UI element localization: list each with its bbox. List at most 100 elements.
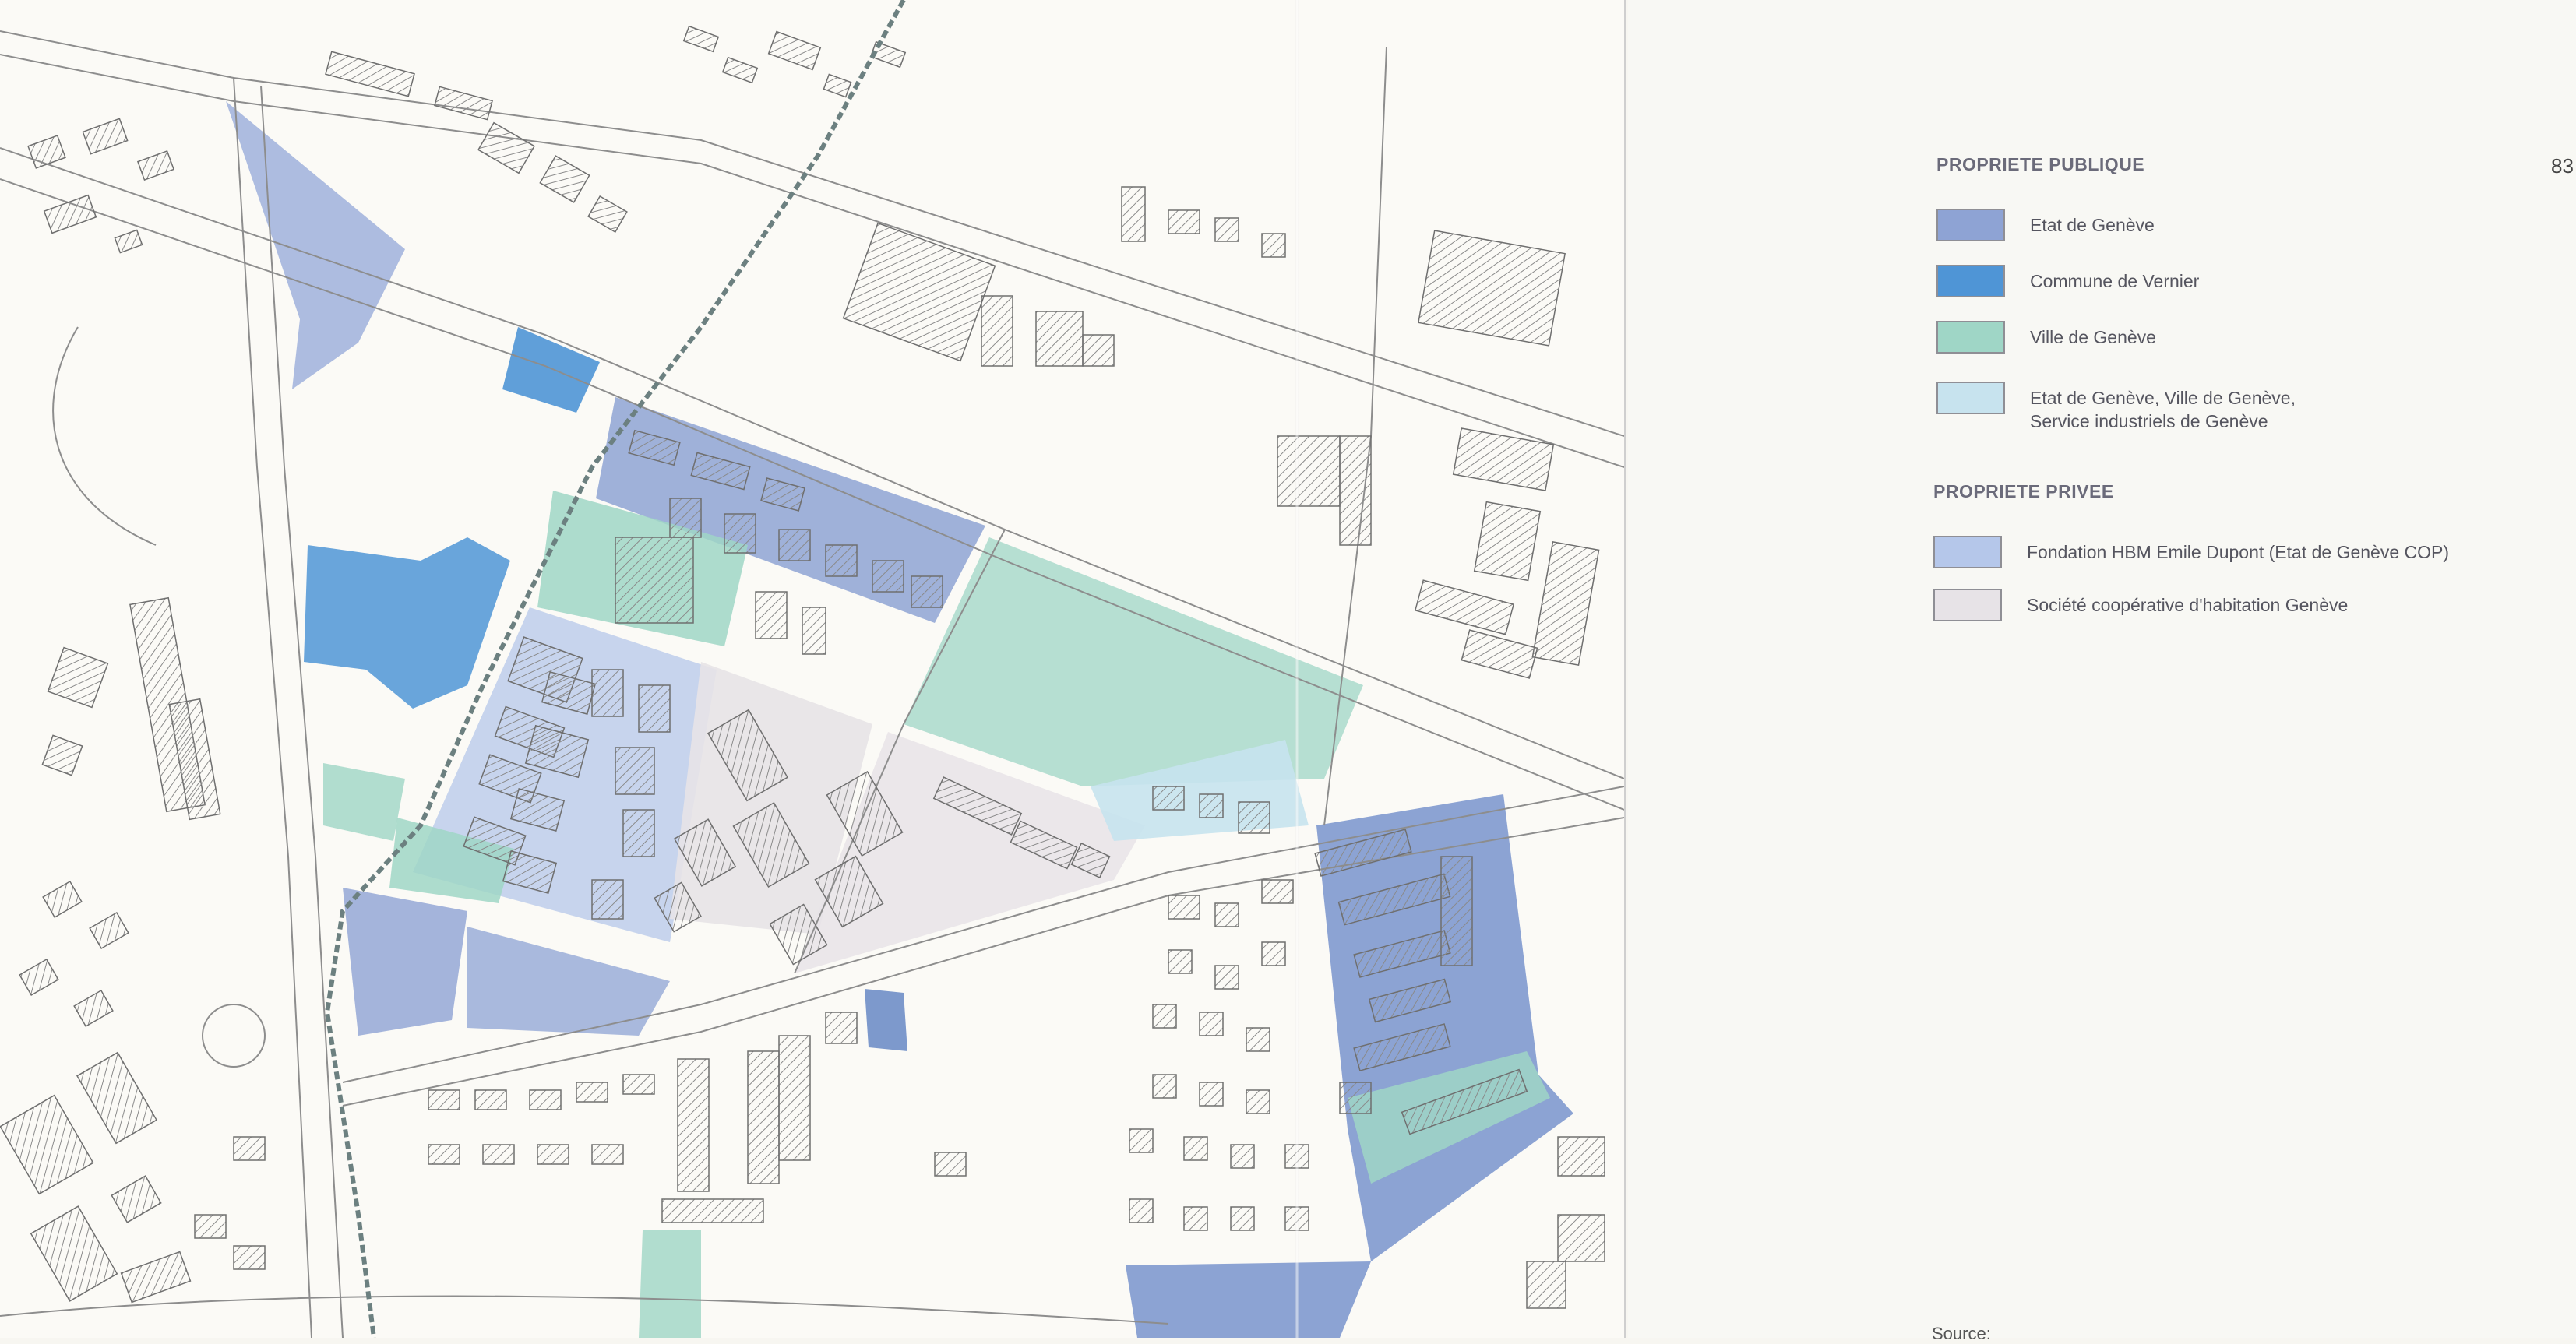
building-footprint: [89, 911, 129, 950]
swatch-ville-de-geneve: [1936, 321, 2005, 354]
page-number: 83: [2551, 154, 2574, 178]
building-footprint: [76, 1051, 158, 1145]
building-footprint: [73, 989, 114, 1028]
building-footprint: [622, 1074, 655, 1095]
building-footprint: [1129, 1128, 1154, 1153]
zone-etat-south-west-2: [467, 927, 670, 1036]
legend-item-ville-de-geneve: Ville de Genève: [1936, 321, 2576, 383]
legend-label-commune-de-vernier: Commune de Vernier: [2030, 271, 2200, 291]
building-footprint: [1531, 541, 1600, 666]
legend-item-commune-de-vernier: Commune de Vernier: [1936, 265, 2576, 327]
building-footprint: [842, 222, 996, 362]
legend-label-etat-de-geneve: Etat de Genève: [2030, 215, 2155, 235]
legend-item-societe-cooperative: Société coopérative d'habitation Genève: [1933, 589, 2576, 651]
building-footprint: [19, 958, 59, 997]
map-canvas: [0, 0, 1624, 1338]
building-footprint: [778, 1035, 811, 1161]
building-footprint: [1339, 435, 1372, 546]
building-footprint: [428, 1089, 460, 1110]
swatch-etat-de-geneve: [1936, 209, 2005, 241]
building-footprint: [1461, 629, 1538, 679]
building-footprint: [1121, 186, 1146, 242]
cadastral-map: [0, 0, 1626, 1338]
building-footprint: [934, 1152, 967, 1177]
building-footprint: [482, 1144, 515, 1165]
building-footprint: [1199, 793, 1224, 818]
source-label: Source:: [1932, 1324, 1991, 1343]
zone-vernier-top: [502, 327, 600, 413]
building-footprint: [1183, 1136, 1208, 1161]
building-footprint: [325, 51, 415, 97]
building-footprint: [539, 155, 590, 203]
building-footprint: [591, 1144, 624, 1165]
building-footprint: [1082, 334, 1115, 367]
building-footprint: [591, 879, 624, 920]
building-footprint: [1230, 1144, 1255, 1169]
building-footprint: [1129, 1198, 1154, 1223]
building-footprint: [111, 1175, 162, 1223]
building-footprint: [872, 560, 904, 593]
building-footprint: [0, 1094, 94, 1195]
building-footprint: [1214, 217, 1239, 242]
building-footprint: [576, 1082, 608, 1103]
building-footprint: [1277, 435, 1341, 507]
legend-item-mixed-public: Etat de Genève, Ville de Genève, Service…: [1936, 382, 2576, 452]
legend-label-mixed-public: Etat de Genève, Ville de Genève, Service…: [2030, 388, 2296, 431]
building-footprint: [1238, 801, 1270, 834]
building-footprint: [434, 86, 493, 121]
legend-item-etat-de-geneve: Etat de Genève: [1936, 209, 2576, 271]
building-footprint: [1440, 856, 1473, 966]
building-footprint: [1452, 427, 1555, 491]
building-footprint: [615, 537, 694, 624]
legend-label-ville-de-geneve: Ville de Genève: [2030, 327, 2156, 347]
building-footprint: [1246, 1027, 1270, 1052]
building-footprint: [1152, 1074, 1177, 1099]
building-footprint: [1168, 895, 1200, 920]
building-footprint: [823, 73, 852, 98]
building-footprint: [622, 809, 655, 857]
legend-label-fondation-hbm: Fondation HBM Emile Dupont (Etat de Genè…: [2027, 542, 2450, 562]
building-footprint: [1230, 1206, 1255, 1231]
swatch-mixed-public: [1936, 382, 2005, 414]
zone-ville-green-small: [323, 763, 405, 841]
zone-vernier-west: [304, 537, 510, 709]
building-footprint: [1261, 941, 1286, 966]
building-footprint: [767, 30, 822, 71]
building-footprint: [30, 1205, 118, 1302]
swatch-fondation-hbm: [1933, 536, 2002, 568]
building-footprint: [1557, 1214, 1605, 1262]
private-property-heading: PROPRIETE PRIVEE: [1933, 481, 2114, 501]
building-footprint: [825, 544, 858, 577]
zone-etat-north-triangle: [226, 101, 405, 389]
building-footprint: [233, 1245, 266, 1270]
building-footprint: [1246, 1089, 1270, 1114]
building-footprint: [1418, 230, 1566, 347]
building-footprint: [1473, 501, 1542, 582]
paper-fold: [1295, 0, 1299, 1338]
building-footprint: [661, 1198, 764, 1223]
building-footprint: [911, 575, 943, 608]
building-footprint: [747, 1050, 780, 1184]
building-footprint: [474, 1089, 507, 1110]
building-footprint: [1261, 879, 1294, 904]
building-footprint: [591, 669, 624, 717]
building-footprint: [529, 1089, 562, 1110]
building-footprint: [825, 1012, 858, 1044]
building-footprint: [43, 194, 97, 234]
road-roundabout: [202, 1004, 266, 1068]
building-footprint: [1214, 902, 1239, 927]
building-footprint: [537, 1144, 569, 1165]
road-curve-west: [52, 326, 157, 546]
building-footprint: [682, 25, 720, 53]
building-footprint: [233, 1136, 266, 1161]
road-bottom-south: [0, 1295, 1169, 1325]
building-footprint: [981, 295, 1013, 367]
zone-etat-small-south: [865, 989, 907, 1051]
building-footprint: [724, 513, 756, 554]
building-footprint: [1557, 1136, 1605, 1177]
building-footprint: [778, 529, 811, 561]
building-footprint: [1339, 1082, 1372, 1114]
building-footprint: [1526, 1261, 1566, 1309]
building-footprint: [1183, 1206, 1208, 1231]
building-footprint: [1035, 311, 1084, 367]
